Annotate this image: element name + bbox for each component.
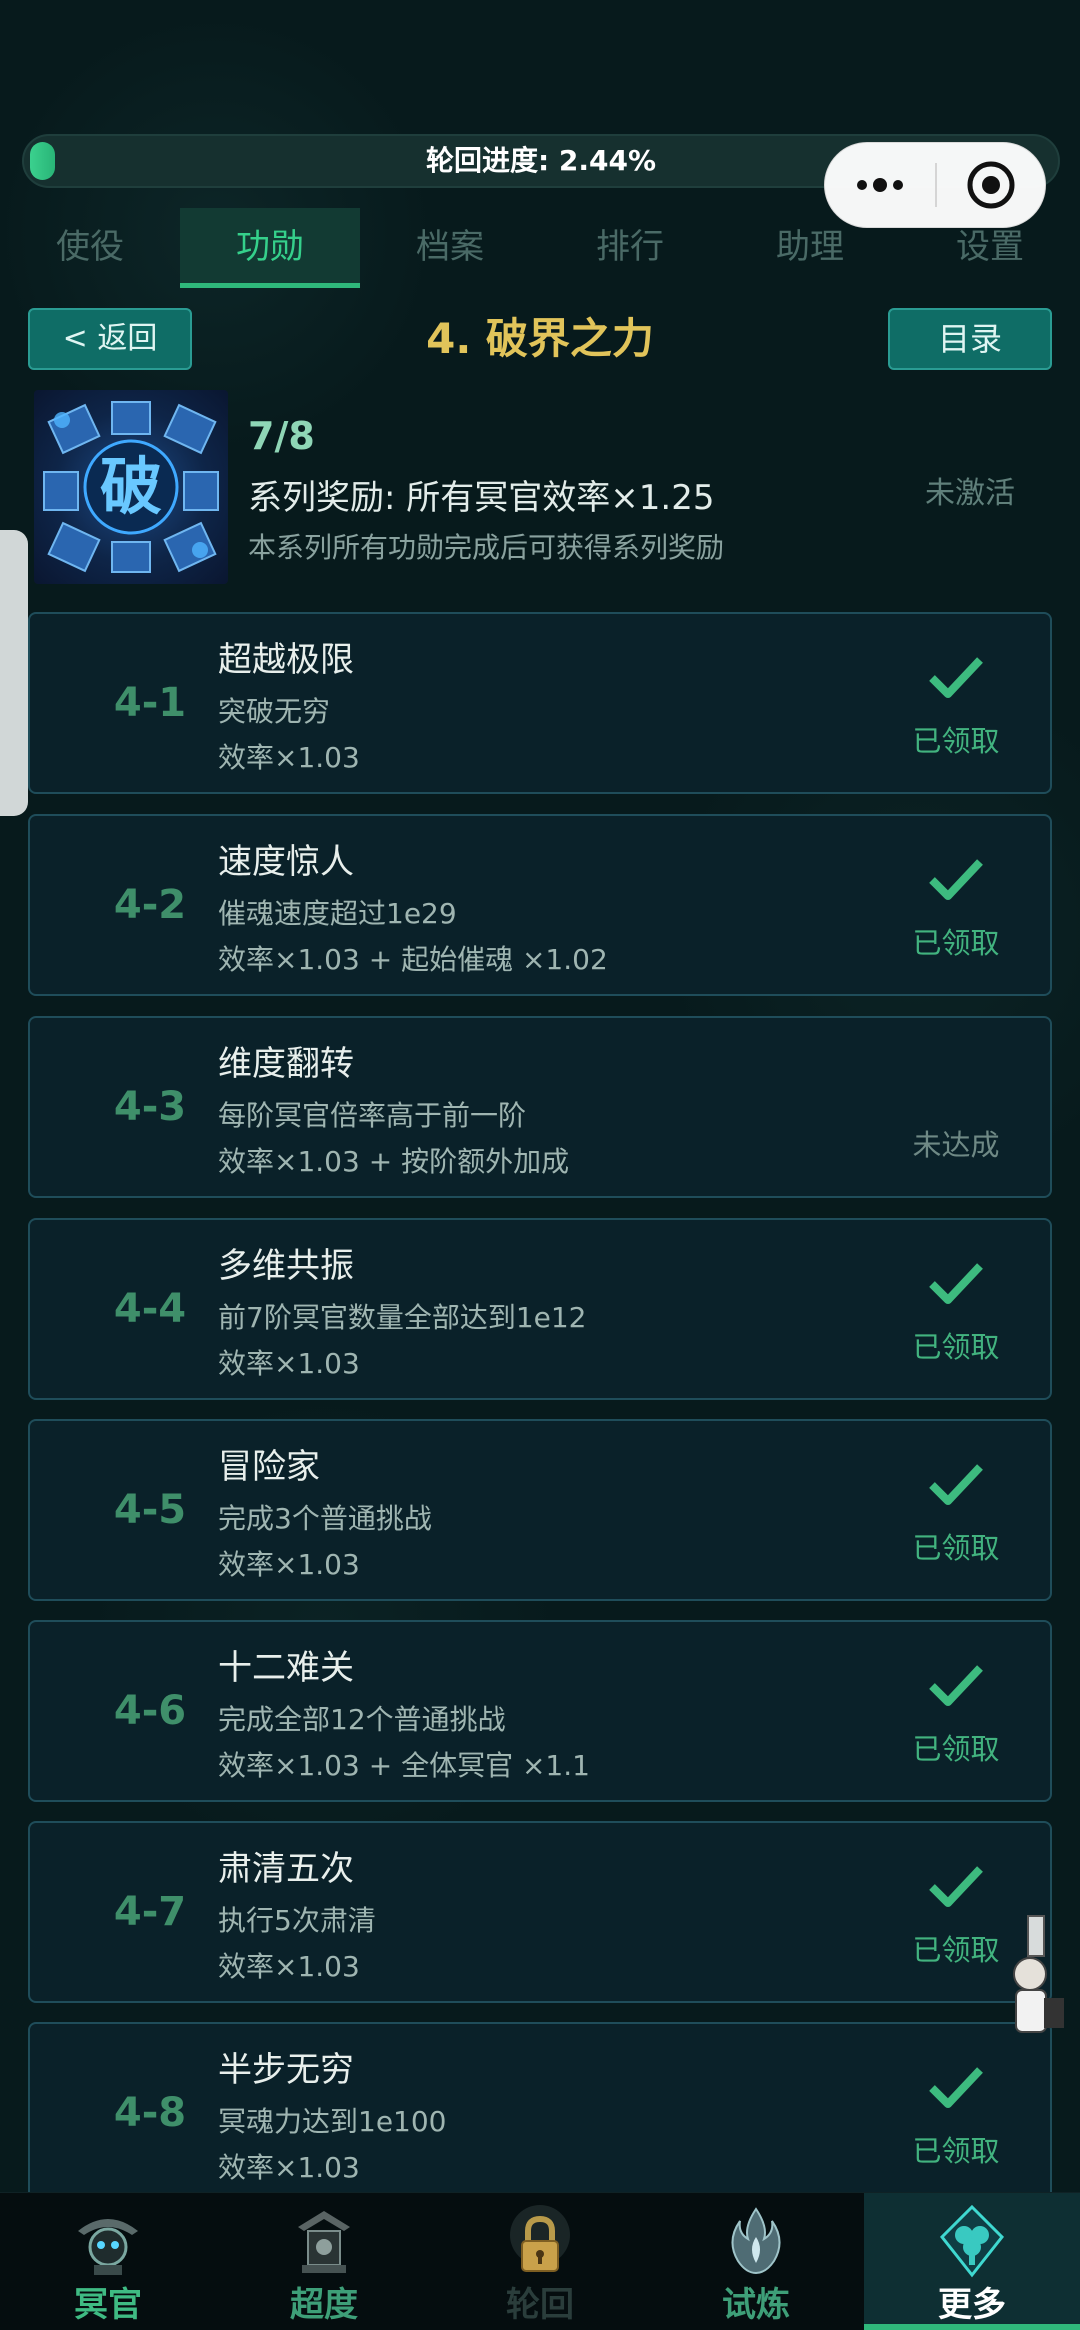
series-status: 未激活 xyxy=(925,476,1015,511)
achievement-effect: 效率×1.03 + 全体冥官 ×1.1 xyxy=(218,1749,590,1782)
achievement-effect: 效率×1.03 xyxy=(218,1548,360,1581)
achievement-condition: 催魂速度超过1e29 xyxy=(218,897,457,930)
achievement-status: 已领取 xyxy=(912,1531,1000,1565)
nav-item-shilian[interactable]: 试炼 xyxy=(648,2193,864,2330)
series-description: 本系列所有功勋完成后可获得系列奖励 xyxy=(248,531,725,564)
achievement-name: 十二难关 xyxy=(218,1648,354,1688)
achievement-name: 维度翻转 xyxy=(218,1044,354,1084)
tab-paihang[interactable]: 排行 xyxy=(540,208,720,288)
achievement-condition: 执行5次肃清 xyxy=(218,1904,376,1937)
achievement-effect: 效率×1.03 xyxy=(218,741,360,774)
achievement-card[interactable]: 4-2 速度惊人 催魂速度超过1e29 效率×1.03 + 起始催魂 ×1.02… xyxy=(28,814,1052,996)
achievement-code: 4-8 xyxy=(113,2090,187,2136)
side-drawer-handle[interactable] xyxy=(0,530,28,816)
achievement-card[interactable]: 4-1 超越极限 突破无穷 效率×1.03 已领取 xyxy=(28,612,1052,794)
check-icon xyxy=(929,657,983,698)
achievement-effect: 效率×1.03 xyxy=(218,1950,360,1983)
nav-label: 更多 xyxy=(938,2285,1006,2325)
check-icon xyxy=(929,1665,983,1706)
page-title: 4. 破界之力 xyxy=(426,314,654,363)
assistant-mascot-icon[interactable] xyxy=(1000,1912,1072,2042)
achievement-condition: 前7阶冥官数量全部达到1e12 xyxy=(218,1301,587,1334)
nav-item-mingguan[interactable]: 冥官 xyxy=(0,2193,216,2330)
achievement-condition: 突破无穷 xyxy=(218,695,331,728)
achievement-card[interactable]: 4-6 十二难关 完成全部12个普通挑战 效率×1.03 + 全体冥官 ×1.1… xyxy=(28,1620,1052,1802)
achievement-card[interactable]: 4-8 半步无穷 冥魂力达到1e100 效率×1.03 已领取 xyxy=(28,2022,1052,2204)
top-tabs: 使役 功勋 档案 排行 助理 设置 xyxy=(0,208,1080,288)
check-icon xyxy=(929,1263,983,1304)
achievement-effect: 效率×1.03 + 起始催魂 ×1.02 xyxy=(218,943,608,976)
achievement-name: 多维共振 xyxy=(218,1246,354,1286)
achievement-card[interactable]: 4-7 肃清五次 执行5次肃清 效率×1.03 已领取 xyxy=(28,1821,1052,2003)
chaodu-icon xyxy=(298,2211,350,2273)
back-button[interactable]: < 返回 xyxy=(28,308,192,370)
broken-boundary-icon: 破 xyxy=(43,401,219,573)
catalog-button[interactable]: 目录 xyxy=(888,308,1052,370)
achievement-condition: 每阶冥官倍率高于前一阶 xyxy=(218,1099,527,1132)
nav-label: 超度 xyxy=(290,2285,358,2325)
achievement-status: 已领取 xyxy=(912,2134,1000,2168)
target-close-icon xyxy=(967,161,1015,209)
achievement-condition: 完成3个普通挑战 xyxy=(218,1502,432,1535)
series-emblem-icon: 破 xyxy=(34,390,228,584)
achievement-effect: 效率×1.03 xyxy=(218,1347,360,1380)
tab-shezhi[interactable]: 设置 xyxy=(900,208,1080,288)
achievement-status: 已领取 xyxy=(912,926,1000,960)
nav-item-lunhui[interactable]: 轮回 xyxy=(432,2193,648,2330)
check-icon xyxy=(929,2067,983,2108)
achievement-code: 4-3 xyxy=(113,1084,187,1130)
achievement-condition: 冥魂力达到1e100 xyxy=(218,2105,447,2138)
nav-label: 冥官 xyxy=(74,2285,142,2325)
tab-zhuli[interactable]: 助理 xyxy=(720,208,900,288)
achievement-code: 4-2 xyxy=(113,882,187,928)
achievement-code: 4-4 xyxy=(113,1286,187,1332)
achievement-code: 4-1 xyxy=(113,680,187,726)
achievement-name: 速度惊人 xyxy=(218,842,354,882)
achievement-card[interactable]: 4-3 维度翻转 每阶冥官倍率高于前一阶 效率×1.03 + 按阶额外加成 未达… xyxy=(28,1016,1052,1198)
svg-text:破: 破 xyxy=(100,450,162,523)
lock-icon xyxy=(510,2205,570,2272)
series-progress-count: 7/8 xyxy=(248,414,315,458)
achievement-status: 已领取 xyxy=(912,1330,1000,1364)
bottom-navigation: 冥官 超度 轮回 试炼 更多 xyxy=(0,2192,1080,2330)
achievement-name: 超越极限 xyxy=(218,640,354,680)
achievement-effect: 效率×1.03 + 按阶额外加成 xyxy=(218,1145,570,1178)
tab-dangan[interactable]: 档案 xyxy=(360,208,540,288)
achievement-status: 已领取 xyxy=(912,724,1000,758)
check-icon xyxy=(929,1866,983,1907)
achievement-status: 已领取 xyxy=(912,1732,1000,1766)
guan-icon xyxy=(78,2219,138,2275)
achievement-name: 冒险家 xyxy=(218,1447,320,1487)
achievement-code: 4-5 xyxy=(113,1487,187,1533)
tab-shiyi[interactable]: 使役 xyxy=(0,208,180,288)
achievement-code: 4-7 xyxy=(113,1889,187,1935)
check-icon xyxy=(929,859,983,900)
more-dots-icon xyxy=(857,178,903,192)
nav-item-chaodu[interactable]: 超度 xyxy=(216,2193,432,2330)
nav-label: 试炼 xyxy=(722,2285,790,2325)
tab-gongxun[interactable]: 功勋 xyxy=(180,208,360,288)
achievement-code: 4-6 xyxy=(113,1688,187,1734)
nav-item-gengduo[interactable]: 更多 xyxy=(864,2193,1080,2330)
series-reward: 系列奖励: 所有冥官效率×1.25 xyxy=(248,478,715,518)
achievement-card[interactable]: 4-5 冒险家 完成3个普通挑战 效率×1.03 已领取 xyxy=(28,1419,1052,1601)
check-icon xyxy=(929,1464,983,1505)
achievement-card[interactable]: 4-4 多维共振 前7阶冥官数量全部达到1e12 效率×1.03 已领取 xyxy=(28,1218,1052,1400)
achievement-name: 半步无穷 xyxy=(218,2050,354,2090)
achievement-effect: 效率×1.03 xyxy=(218,2151,360,2184)
achievement-condition: 完成全部12个普通挑战 xyxy=(218,1703,506,1736)
achievement-name: 肃清五次 xyxy=(218,1849,354,1889)
nav-label: 轮回 xyxy=(506,2285,574,2325)
more-icon xyxy=(939,2204,1005,2278)
achievement-status: 未达成 xyxy=(912,1128,1000,1162)
flame-icon xyxy=(731,2207,781,2275)
